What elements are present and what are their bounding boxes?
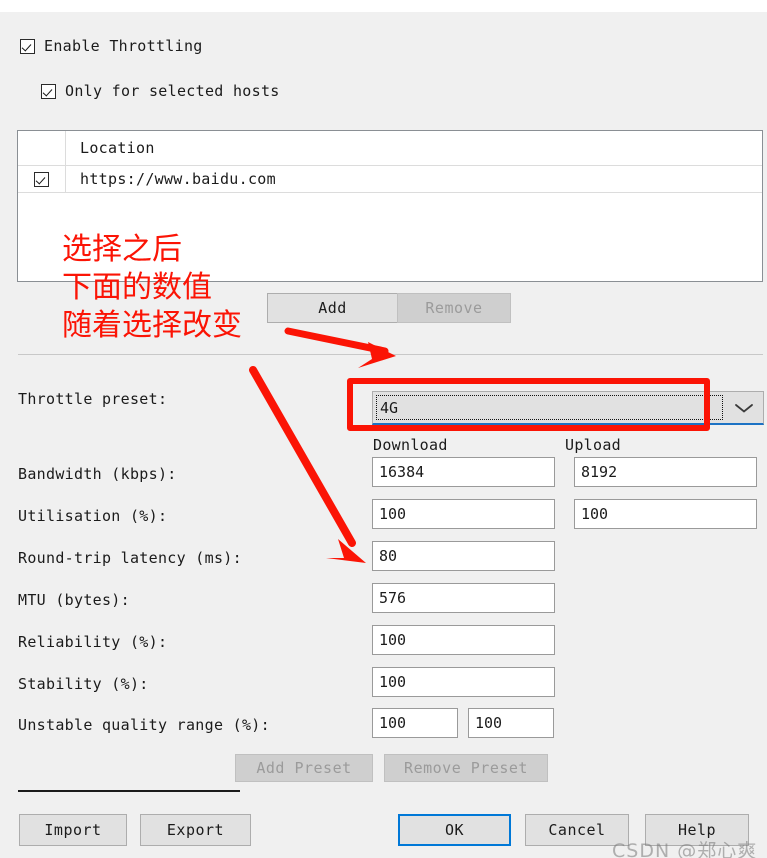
add-button[interactable]: Add	[267, 293, 398, 323]
mtu-label: MTU (bytes):	[18, 591, 130, 609]
latency-download-input[interactable]: 80	[372, 541, 555, 571]
cancel-button[interactable]: Cancel	[525, 814, 629, 846]
bandwidth-label: Bandwidth (kbps):	[18, 465, 177, 483]
reliability-label: Reliability (%):	[18, 633, 168, 651]
latency-label: Round-trip latency (ms):	[18, 549, 242, 567]
export-button[interactable]: Export	[140, 814, 251, 846]
chevron-down-icon[interactable]	[725, 392, 763, 423]
hosts-header-location: Location	[80, 139, 155, 157]
upload-column-header: Upload	[565, 436, 621, 454]
only-selected-hosts-row[interactable]: Only for selected hosts	[41, 82, 280, 100]
unstable-range-max-input[interactable]: 100	[468, 708, 554, 738]
row-check-cell[interactable]	[18, 166, 66, 192]
unstable-range-min-input[interactable]: 100	[372, 708, 458, 738]
throttle-preset-value[interactable]: 4G	[376, 395, 723, 420]
bandwidth-download-input[interactable]: 16384	[372, 457, 555, 487]
only-selected-hosts-label: Only for selected hosts	[65, 82, 280, 100]
enable-throttling-row[interactable]: Enable Throttling	[20, 37, 203, 55]
ok-button[interactable]: OK	[398, 814, 511, 846]
utilisation-download-input[interactable]: 100	[372, 499, 555, 529]
table-row[interactable]: https://www.baidu.com	[18, 166, 762, 193]
only-selected-hosts-checkbox[interactable]	[41, 83, 56, 99]
section-divider	[18, 354, 763, 355]
hosts-header-check-cell	[18, 131, 66, 165]
import-button[interactable]: Import	[19, 814, 127, 846]
bandwidth-upload-input[interactable]: 8192	[574, 457, 757, 487]
remove-preset-button: Remove Preset	[384, 754, 548, 782]
row-checkbox[interactable]	[34, 171, 49, 187]
row-location: https://www.baidu.com	[80, 170, 276, 188]
download-column-header: Download	[373, 436, 448, 454]
stability-label: Stability (%):	[18, 675, 149, 693]
help-button[interactable]: Help	[645, 814, 749, 846]
hosts-list[interactable]: Location https://www.baidu.com	[17, 130, 763, 282]
unstable-range-label: Unstable quality range (%):	[18, 716, 270, 734]
enable-throttling-label: Enable Throttling	[44, 37, 203, 55]
throttle-preset-label: Throttle preset:	[18, 390, 168, 408]
add-preset-button: Add Preset	[235, 754, 373, 782]
mtu-download-input[interactable]: 576	[372, 583, 555, 613]
enable-throttling-checkbox[interactable]	[20, 38, 35, 54]
stability-download-input[interactable]: 100	[372, 667, 555, 697]
throttle-preset-combobox[interactable]: 4G	[372, 391, 764, 425]
bottom-divider	[18, 790, 240, 792]
hosts-list-empty-area[interactable]	[18, 193, 762, 281]
reliability-download-input[interactable]: 100	[372, 625, 555, 655]
utilisation-label: Utilisation (%):	[18, 507, 168, 525]
utilisation-upload-input[interactable]: 100	[574, 499, 757, 529]
throttle-settings-dialog: Enable Throttling Only for selected host…	[0, 12, 767, 858]
hosts-list-header: Location	[18, 131, 762, 166]
remove-button: Remove	[397, 293, 511, 323]
